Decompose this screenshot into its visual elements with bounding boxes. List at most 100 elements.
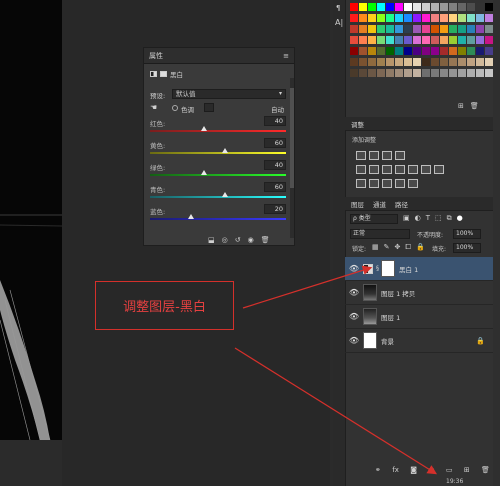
color-swatch[interactable] (449, 58, 457, 66)
tint-checkbox[interactable] (172, 105, 178, 111)
color-swatch[interactable] (413, 36, 421, 44)
color-swatch[interactable] (386, 58, 394, 66)
color-swatch[interactable] (377, 3, 385, 11)
invert-icon[interactable] (356, 179, 366, 188)
color-swatch[interactable] (476, 58, 484, 66)
color-swatch[interactable] (359, 69, 367, 77)
slider-thumb[interactable] (201, 126, 208, 131)
color-swatch[interactable] (413, 25, 421, 33)
color-swatch[interactable] (359, 14, 367, 22)
color-swatch[interactable] (395, 25, 403, 33)
slider-thumb[interactable] (221, 148, 228, 153)
color-swatch[interactable] (386, 25, 394, 33)
color-swatch[interactable] (386, 14, 394, 22)
slider-thumb[interactable] (201, 170, 208, 175)
color-swatch[interactable] (485, 36, 493, 44)
targeted-adjustment-icon[interactable]: ☚ (150, 103, 157, 112)
document-canvas[interactable] (0, 0, 62, 440)
slider-thumb[interactable] (187, 214, 194, 219)
swatches-panel[interactable] (348, 0, 494, 92)
color-swatch[interactable] (440, 14, 448, 22)
trash-icon[interactable]: 🗑 (481, 466, 490, 474)
lock-pixels-icon[interactable]: ✎ (384, 243, 390, 252)
color-swatch[interactable] (449, 69, 457, 77)
reset-icon[interactable]: ↺ (235, 236, 241, 244)
color-swatch[interactable] (413, 14, 421, 22)
properties-panel-header[interactable]: 属性 ≡ (144, 48, 294, 64)
color-swatch[interactable] (395, 69, 403, 77)
color-swatch[interactable] (350, 36, 358, 44)
new-adjustment-layer-icon[interactable]: ◑ (428, 466, 434, 474)
color-swatch[interactable] (449, 14, 457, 22)
color-swatch[interactable] (368, 3, 376, 11)
tab-layers[interactable]: 图层 (351, 199, 364, 209)
tab-channels[interactable]: 通道 (373, 199, 386, 209)
slider-value-field[interactable]: 40 (264, 160, 286, 170)
color-swatch[interactable] (476, 69, 484, 77)
layer-row[interactable]: 👁 背景 🔒 (345, 329, 493, 353)
color-swatch[interactable] (440, 36, 448, 44)
opacity-field[interactable]: 100% (453, 229, 481, 239)
color-swatch[interactable] (431, 69, 439, 77)
color-swatch[interactable] (386, 3, 394, 11)
color-swatch[interactable] (467, 3, 475, 11)
color-swatch[interactable] (377, 58, 385, 66)
color-swatch[interactable] (413, 58, 421, 66)
color-swatch[interactable] (467, 14, 475, 22)
color-swatch[interactable] (476, 47, 484, 55)
color-swatch[interactable] (467, 69, 475, 77)
channel-mixer-icon[interactable] (421, 165, 431, 174)
color-swatch[interactable] (386, 69, 394, 77)
trash-icon[interactable]: 🗑 (470, 102, 479, 110)
color-swatch[interactable] (422, 3, 430, 11)
color-swatch[interactable] (449, 3, 457, 11)
color-swatch[interactable] (485, 3, 493, 11)
slider-value-field[interactable]: 60 (264, 138, 286, 148)
color-swatch[interactable] (404, 3, 412, 11)
color-swatch[interactable] (368, 47, 376, 55)
color-swatch[interactable] (368, 14, 376, 22)
color-swatch[interactable] (431, 3, 439, 11)
color-swatch[interactable] (359, 58, 367, 66)
color-swatch[interactable] (350, 25, 358, 33)
color-swatch[interactable] (404, 58, 412, 66)
color-swatch[interactable] (377, 25, 385, 33)
color-swatch[interactable] (395, 3, 403, 11)
color-swatch[interactable] (431, 14, 439, 22)
color-swatch[interactable] (458, 25, 466, 33)
color-slider[interactable]: 红色: 40 (150, 116, 286, 136)
slider-track[interactable] (150, 130, 286, 132)
color-swatch[interactable] (476, 3, 484, 11)
levels-icon[interactable] (369, 151, 379, 160)
color-swatch[interactable] (431, 58, 439, 66)
slider-thumb[interactable] (221, 192, 228, 197)
new-swatch-icon[interactable]: ⊞ (458, 102, 464, 110)
color-swatch[interactable] (476, 14, 484, 22)
brightness-contrast-icon[interactable] (356, 151, 366, 160)
layer-style-icon[interactable]: fx (392, 466, 399, 474)
color-swatch[interactable] (359, 47, 367, 55)
color-swatch[interactable] (440, 58, 448, 66)
visibility-icon[interactable]: ◉ (248, 236, 254, 244)
color-swatch[interactable] (422, 14, 430, 22)
selective-color-icon[interactable] (408, 179, 418, 188)
color-swatch[interactable] (404, 14, 412, 22)
color-swatch[interactable] (413, 69, 421, 77)
trash-icon[interactable]: 🗑 (261, 236, 270, 244)
slider-track[interactable] (150, 196, 286, 198)
eye-icon[interactable]: 👁 (345, 288, 363, 297)
color-swatch[interactable] (395, 36, 403, 44)
adjustment-filter-icon[interactable]: ◐ (415, 214, 421, 223)
color-swatch[interactable] (413, 3, 421, 11)
color-swatch[interactable] (485, 58, 493, 66)
color-swatch[interactable] (485, 69, 493, 77)
color-swatch[interactable] (377, 36, 385, 44)
color-swatch[interactable] (404, 69, 412, 77)
color-swatch[interactable] (476, 25, 484, 33)
slider-track[interactable] (150, 218, 286, 220)
color-slider[interactable]: 青色: 60 (150, 182, 286, 202)
color-swatch[interactable] (440, 69, 448, 77)
blend-mode-select[interactable]: 正常 (350, 229, 410, 239)
lock-position-icon[interactable]: ✥ (395, 243, 401, 252)
color-swatch[interactable] (476, 36, 484, 44)
